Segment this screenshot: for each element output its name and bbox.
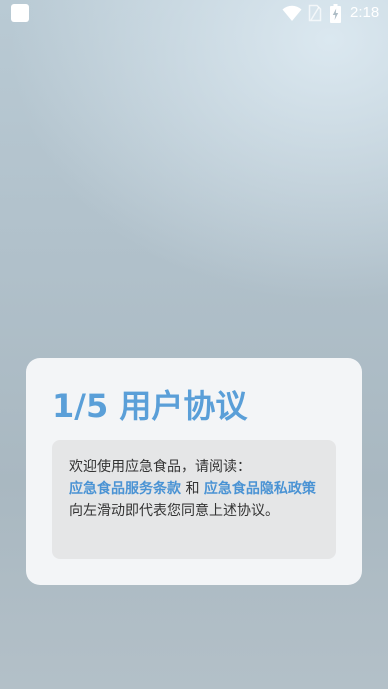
battery-charging-icon [330,4,341,23]
agreement-intro: 欢迎使用应急食品，请阅读： [69,459,251,475]
and-text: 和 [185,481,200,497]
status-clock: 2:18 [350,4,380,21]
terms-of-service-link[interactable]: 应急食品服务条款 [69,481,181,497]
wifi-icon [282,5,302,21]
privacy-policy-link[interactable]: 应急食品隐私政策 [204,481,316,497]
app-notification-icon [11,4,29,22]
agreement-footer: 向左滑动即代表您同意上述协议。 [69,503,279,519]
agreement-text-box: 欢迎使用应急食品，请阅读： 应急食品服务条款 和 应急食品隐私政策 向左滑动即代… [52,440,336,559]
agreement-links-line: 应急食品服务条款 和 应急食品隐私政策 [69,478,322,500]
status-bar: 2:18 [0,0,388,28]
sim-icon [308,4,322,22]
user-agreement-card[interactable]: 1/5 用户协议 欢迎使用应急食品，请阅读： 应急食品服务条款 和 应急食品隐私… [26,358,362,585]
dialog-title: 1/5 用户协议 [52,387,248,425]
